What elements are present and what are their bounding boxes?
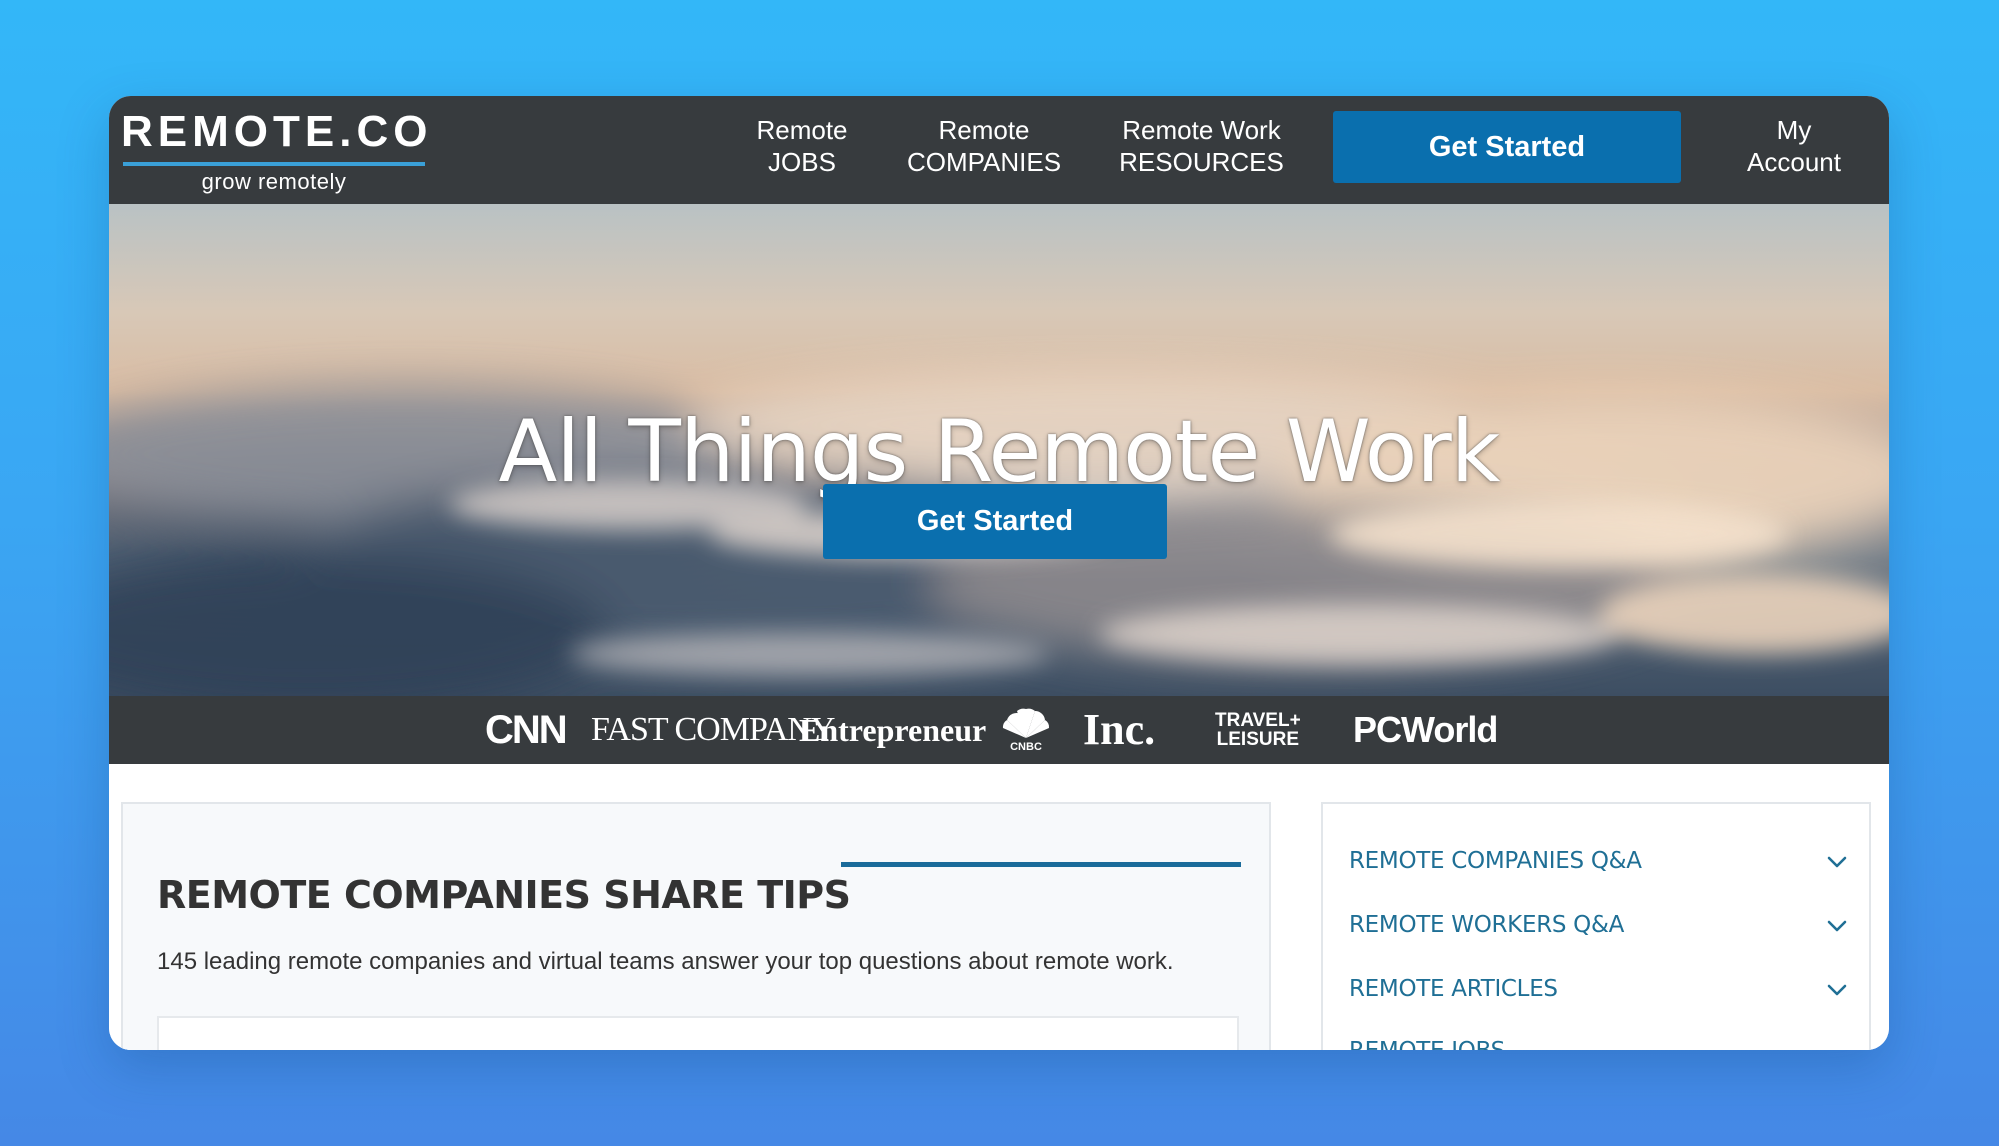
nav-label-line1: Remote <box>756 115 848 145</box>
browser-frame: REMOTE.CO grow remotely Remote JOBS Remo… <box>109 96 1889 1050</box>
hero-get-started-button[interactable]: Get Started <box>823 484 1167 559</box>
tips-title: REMOTE COMPANIES SHARE TIPS <box>157 872 851 917</box>
pcworld-logo: PCWorld <box>1353 709 1498 750</box>
accordion-label: REMOTE JOBS <box>1349 1036 1505 1050</box>
accordion-label: REMOTE COMPANIES Q&A <box>1349 848 1642 874</box>
site-header: REMOTE.CO grow remotely Remote JOBS Remo… <box>109 96 1889 204</box>
accordion-remote-companies-qa[interactable]: REMOTE COMPANIES Q&A <box>1349 842 1849 882</box>
nav-label-line2: JOBS <box>768 147 836 177</box>
accordion-remote-workers-qa[interactable]: REMOTE WORKERS Q&A <box>1349 906 1849 946</box>
peacock-icon: CNBC <box>1002 708 1050 752</box>
accordion-label: REMOTE ARTICLES <box>1349 976 1558 1002</box>
logo-wordmark: REMOTE.CO <box>121 107 433 156</box>
cnbc-wordmark: CNBC <box>1010 741 1042 752</box>
sidebar-accordion: REMOTE COMPANIES Q&A REMOTE WORKERS Q&A … <box>1321 802 1871 1050</box>
logo-underline <box>123 162 425 166</box>
tips-title-rule <box>841 862 1241 867</box>
nav-label-line1: My <box>1776 115 1812 145</box>
nav-label-line2: COMPANIES <box>906 147 1062 177</box>
nav-remote-companies[interactable]: Remote COMPANIES <box>889 114 1079 178</box>
nav-label-line2: Account <box>1747 147 1841 177</box>
accordion-remote-articles[interactable]: REMOTE ARTICLES <box>1349 970 1849 1010</box>
chevron-down-icon <box>1827 920 1847 932</box>
chevron-down-icon <box>1827 984 1847 996</box>
cnn-logo: CNN <box>485 708 568 752</box>
nav-remote-jobs[interactable]: Remote JOBS <box>727 114 877 178</box>
site-logo[interactable]: REMOTE.CO grow remotely <box>121 106 431 196</box>
logo-tagline: grow remotely <box>201 169 347 194</box>
header-get-started-button[interactable]: Get Started <box>1333 111 1681 183</box>
nav-label-line1: Remote Work <box>1122 115 1281 145</box>
entrepreneur-logo: Entrepreneur <box>799 712 987 748</box>
travel-leisure-line2: LEISURE <box>1216 729 1300 750</box>
press-logo-bar: CNN FAST COMPANY Entrepreneur CNBC Inc. … <box>109 696 1889 764</box>
hero-banner: All Things Remote Work Get Started <box>109 204 1889 696</box>
chevron-down-icon <box>1827 856 1847 868</box>
nav-label-line2: RESOURCES <box>1119 147 1284 177</box>
main-content: REMOTE COMPANIES SHARE TIPS 145 leading … <box>109 764 1889 1050</box>
travel-leisure-logo: TRAVEL+ LEISURE <box>1215 711 1301 749</box>
nav-label-line1: Remote <box>938 115 1030 145</box>
inc-logo: Inc. <box>1083 705 1156 754</box>
travel-leisure-line1: TRAVEL+ <box>1215 710 1301 731</box>
accordion-remote-jobs[interactable]: REMOTE JOBS <box>1349 1032 1849 1050</box>
tips-inner-panel <box>157 1016 1239 1050</box>
nav-my-account[interactable]: My Account <box>1719 114 1869 178</box>
tips-card: REMOTE COMPANIES SHARE TIPS 145 leading … <box>121 802 1271 1050</box>
cnbc-logo: CNBC <box>999 696 1053 764</box>
tips-description: 145 leading remote companies and virtual… <box>157 948 1174 975</box>
nav-remote-work-resources[interactable]: Remote Work RESOURCES <box>1094 114 1309 178</box>
fast-company-logo: FAST COMPANY <box>591 711 835 748</box>
accordion-label: REMOTE WORKERS Q&A <box>1349 912 1625 938</box>
